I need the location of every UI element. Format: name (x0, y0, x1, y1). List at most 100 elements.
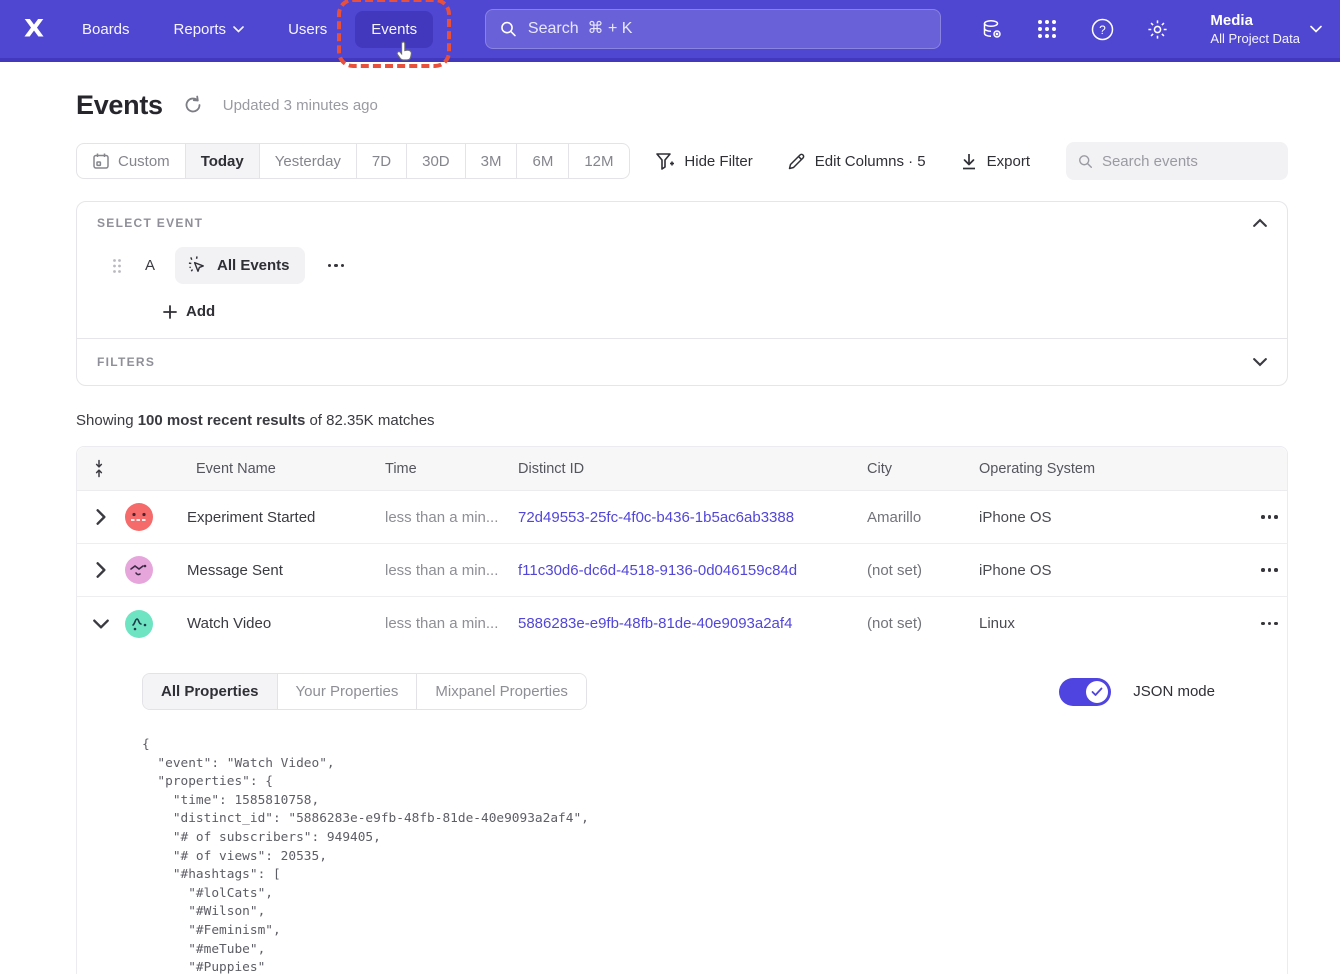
tab-mixpanel-properties[interactable]: Mixpanel Properties (417, 674, 586, 709)
ellipsis-icon (1261, 515, 1278, 519)
filter-funnel-icon (655, 152, 675, 171)
apps-grid-icon[interactable] (1035, 17, 1059, 41)
search-events-input[interactable] (1102, 153, 1276, 170)
table-row[interactable]: Experiment Started less than a min... 72… (77, 491, 1287, 544)
column-header-city[interactable]: City (867, 461, 979, 477)
row-more-button[interactable] (1255, 509, 1284, 525)
properties-tabs: All Properties Your Properties Mixpanel … (142, 673, 587, 710)
date-range-30d[interactable]: 30D (407, 144, 466, 178)
event-os: Linux (979, 615, 1193, 632)
row-more-button[interactable] (1255, 616, 1284, 632)
date-range-7d[interactable]: 7D (357, 144, 407, 178)
search-icon (1078, 153, 1093, 170)
event-time: less than a min... (385, 509, 518, 526)
date-range-custom[interactable]: Custom (77, 144, 186, 178)
export-button[interactable]: Export (960, 152, 1030, 171)
event-row-more-button[interactable] (322, 258, 351, 274)
calendar-icon (92, 152, 110, 170)
ellipsis-icon (1261, 568, 1278, 572)
table-row-expanded[interactable]: Watch Video less than a min... 5886283e-… (77, 597, 1287, 650)
hide-filter-label: Hide Filter (684, 153, 752, 170)
date-range-custom-label: Custom (118, 153, 170, 170)
date-range-12m[interactable]: 12M (569, 144, 628, 178)
distinct-id-link[interactable]: 5886283e-e9fb-48fb-81de-40e9093a2af4 (518, 615, 867, 632)
date-range-today[interactable]: Today (186, 144, 260, 178)
all-events-chip-label: All Events (217, 257, 290, 274)
project-name: Media (1210, 11, 1300, 30)
event-city: (not set) (867, 615, 979, 632)
table-row[interactable]: Message Sent less than a min... f11c30d6… (77, 544, 1287, 597)
event-time: less than a min... (385, 562, 518, 579)
sort-icon[interactable] (94, 459, 109, 478)
event-name: Experiment Started (187, 509, 385, 526)
event-avatar (125, 503, 153, 531)
expand-row-chevron-right-icon[interactable] (93, 562, 109, 578)
nav-item-users[interactable]: Users (272, 11, 343, 48)
nav-item-events[interactable]: Events (355, 11, 433, 48)
ellipsis-icon (328, 264, 345, 268)
tab-your-properties[interactable]: Your Properties (278, 674, 418, 709)
edit-columns-button[interactable]: Edit Columns · 5 (787, 152, 926, 171)
table-header-row: Event Name Time Distinct ID City Operati… (77, 447, 1287, 491)
navbar-actions: ? Media All Project Data (980, 11, 1322, 47)
date-range-7d-label: 7D (372, 153, 391, 170)
search-events-field[interactable] (1066, 142, 1288, 180)
nav-item-reports-label: Reports (174, 21, 227, 38)
tab-all-properties[interactable]: All Properties (143, 674, 278, 709)
events-page: X Boards Reports Users Events (0, 0, 1340, 974)
check-icon (1091, 687, 1103, 697)
date-range-yesterday[interactable]: Yesterday (260, 144, 357, 178)
event-row-letter: A (145, 257, 175, 274)
json-mode-toggle[interactable] (1059, 678, 1111, 706)
event-os: iPhone OS (979, 562, 1193, 579)
page-title: Events (76, 90, 163, 121)
event-city: (not set) (867, 562, 979, 579)
chevron-down-icon (1310, 25, 1322, 33)
add-event-label: Add (186, 303, 215, 320)
date-range-3m[interactable]: 3M (466, 144, 518, 178)
results-summary: Showing 100 most recent results of 82.35… (76, 412, 1288, 429)
drag-handle-icon[interactable] (111, 258, 123, 274)
mixpanel-logo[interactable]: X (20, 15, 60, 43)
data-management-icon[interactable] (980, 17, 1004, 41)
nav-item-boards[interactable]: Boards (66, 11, 146, 48)
settings-gear-icon[interactable] (1145, 17, 1169, 41)
svg-text:?: ? (1099, 23, 1106, 37)
nav-item-boards-label: Boards (82, 21, 130, 38)
column-header-distinct-id[interactable]: Distinct ID (518, 461, 867, 477)
hide-filter-button[interactable]: Hide Filter (655, 152, 752, 171)
column-header-event-name[interactable]: Event Name (187, 461, 385, 477)
distinct-id-link[interactable]: 72d49553-25fc-4f0c-b436-1b5ac6ab3388 (518, 509, 867, 526)
column-header-time[interactable]: Time (385, 461, 518, 477)
ellipsis-icon (1261, 622, 1278, 626)
project-scope: All Project Data (1210, 30, 1300, 47)
last-updated-text: Updated 3 minutes ago (223, 97, 378, 114)
date-range-30d-label: 30D (422, 153, 450, 170)
events-table: Event Name Time Distinct ID City Operati… (76, 446, 1288, 974)
collapse-row-chevron-down-icon[interactable] (93, 616, 109, 632)
collapse-chevron-up-icon[interactable] (1253, 216, 1267, 230)
column-header-operating-system[interactable]: Operating System (979, 461, 1193, 477)
search-icon (500, 20, 517, 38)
distinct-id-link[interactable]: f11c30d6-dc6d-4518-9136-0d046159c84d (518, 562, 867, 579)
row-more-button[interactable] (1255, 562, 1284, 578)
date-range-today-label: Today (201, 153, 244, 170)
all-events-chip[interactable]: All Events (175, 247, 305, 284)
project-switcher[interactable]: Media All Project Data (1210, 11, 1322, 47)
refresh-icon[interactable] (183, 95, 203, 115)
event-time: less than a min... (385, 615, 518, 632)
main-content: Events Updated 3 minutes ago Custom Toda… (0, 62, 1340, 974)
date-range-yesterday-label: Yesterday (275, 153, 341, 170)
expand-chevron-down-icon[interactable] (1253, 355, 1267, 369)
expand-row-chevron-right-icon[interactable] (93, 509, 109, 525)
global-search-input[interactable] (528, 20, 926, 38)
nav-item-reports[interactable]: Reports (158, 11, 261, 48)
tab-your-properties-label: Your Properties (296, 683, 399, 700)
add-event-button[interactable]: Add (163, 303, 1267, 320)
date-range-6m[interactable]: 6M (517, 144, 569, 178)
help-icon[interactable]: ? (1090, 17, 1114, 41)
export-label: Export (987, 153, 1030, 170)
global-search[interactable] (485, 9, 941, 49)
top-navbar: X Boards Reports Users Events (0, 0, 1340, 62)
date-range-12m-label: 12M (584, 153, 613, 170)
